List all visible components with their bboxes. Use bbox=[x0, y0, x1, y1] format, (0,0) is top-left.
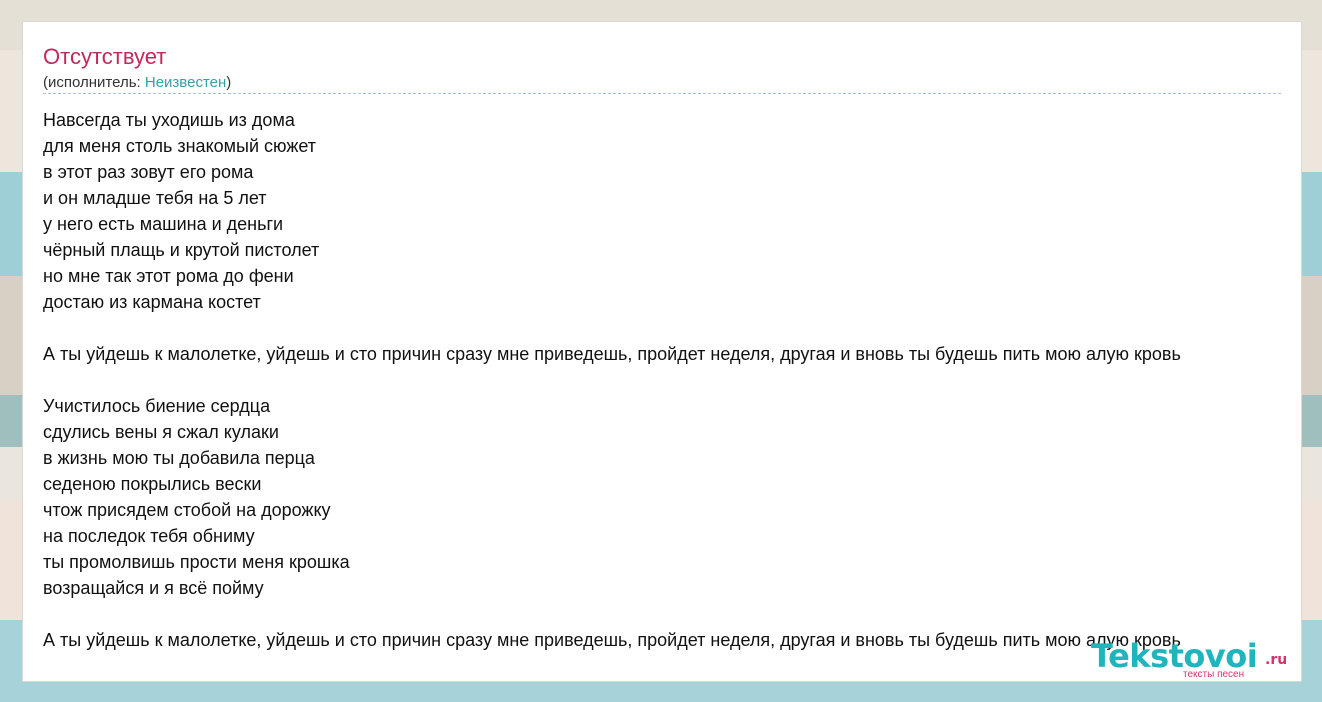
title-divider bbox=[43, 93, 1281, 94]
lyric-line: седеною покрылись вески bbox=[43, 474, 262, 494]
logo-tagline: тексты песен bbox=[1183, 669, 1245, 680]
lyric-line: и он младше тебя на 5 лет bbox=[43, 188, 267, 208]
lyric-line: в жизнь мою ты добавила перца bbox=[43, 448, 315, 468]
artist-link[interactable]: Неизвестен bbox=[145, 74, 226, 91]
lyric-line: у него есть машина и деньги bbox=[43, 214, 284, 234]
lyric-line: достаю из кармана костет bbox=[43, 292, 261, 312]
logo-tld: .ru bbox=[1265, 652, 1288, 668]
stanza-gap bbox=[43, 315, 1301, 341]
lyric-line: возращайся и я всё пойму bbox=[43, 578, 264, 598]
lyric-line: Навсегда ты уходишь из дома bbox=[43, 110, 295, 130]
lyric-line: в этот раз зовут его рома bbox=[43, 162, 254, 182]
chorus-line: А ты уйдешь к малолетке, уйдешь и сто пр… bbox=[43, 344, 1181, 364]
lyric-line: чёрный плащь и крутой пистолет bbox=[43, 240, 320, 260]
site-logo[interactable]: Tekstovoi .ru тексты песен bbox=[1091, 638, 1291, 682]
artist-suffix: ) bbox=[226, 74, 232, 91]
song-card: Отсутствует (исполнитель: Неизвестен) На… bbox=[22, 21, 1302, 682]
artist-line: (исполнитель: Неизвестен) bbox=[43, 74, 231, 91]
lyric-line: чтож присядем стобой на дорожку bbox=[43, 500, 331, 520]
lyric-line: Учистилось биение сердца bbox=[43, 396, 271, 416]
song-title: Отсутствует bbox=[43, 44, 167, 69]
lyric-line: на последок тебя обниму bbox=[43, 526, 255, 546]
lyric-line: для меня столь знакомый сюжет bbox=[43, 136, 317, 156]
stanza-gap bbox=[43, 367, 1301, 393]
lyric-line: ты промолвишь прости меня крошка bbox=[43, 552, 350, 572]
artist-prefix: (исполнитель: bbox=[43, 74, 145, 91]
lyric-line: сдулись вены я сжал кулаки bbox=[43, 422, 279, 442]
lyrics-block: Навсегда ты уходишь из дома для меня сто… bbox=[43, 107, 1301, 653]
lyric-line: но мне так этот рома до фени bbox=[43, 266, 294, 286]
stanza-gap bbox=[43, 601, 1301, 627]
